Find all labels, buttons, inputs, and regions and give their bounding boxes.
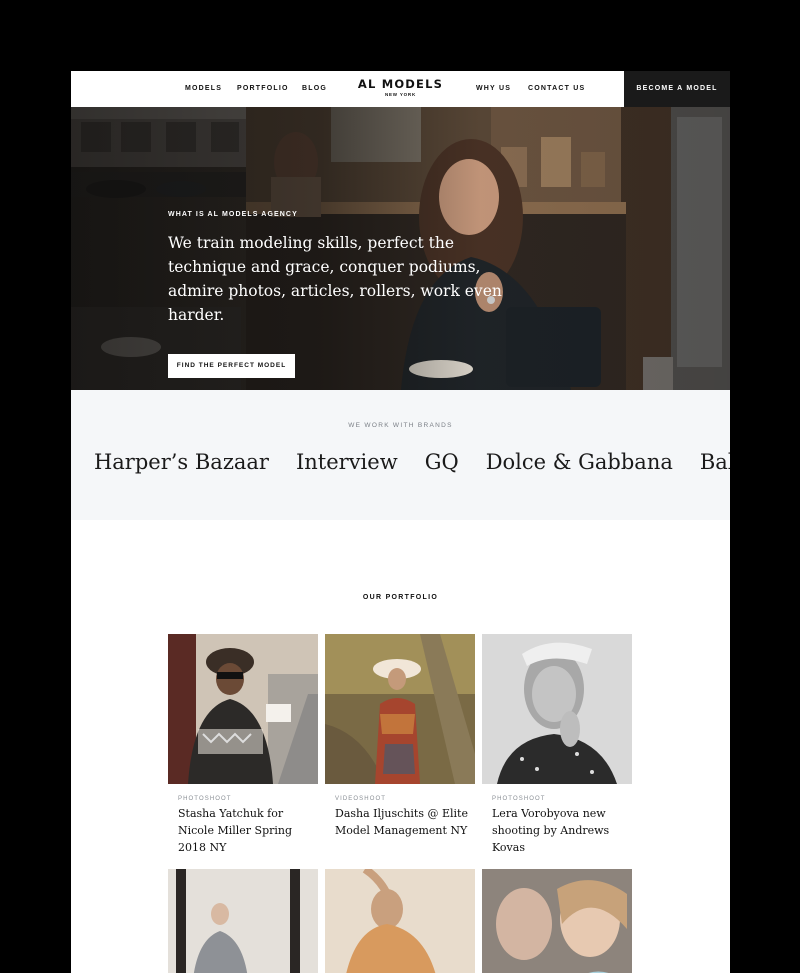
portfolio-card[interactable]: VIDEOSHOOT Dasha Iljuschits @ Elite Mode…	[325, 634, 475, 839]
card-photo	[168, 869, 318, 973]
brand-item: Harper’s Bazaar	[93, 450, 269, 474]
card-photo	[482, 869, 632, 973]
portfolio-label: OUR PORTFOLIO	[362, 594, 439, 601]
card-tag: VIDEOSHOOT	[335, 796, 387, 802]
portfolio-card[interactable]: PHOTOSHOOT Stasha Yatchuk for Nicole Mil…	[168, 634, 318, 856]
brands-marquee: ueHarper’s BazaarInterviewGQDolce & Gabb…	[71, 450, 730, 474]
hero-eyebrow: WHAT IS AL MODELS AGENCY	[168, 211, 298, 218]
portfolio-card[interactable]	[325, 869, 475, 973]
card-title[interactable]: Stasha Yatchuk for Nicole Miller Spring …	[168, 805, 318, 856]
portfolio-card[interactable]	[482, 869, 632, 973]
brands-section: WE WORK WITH BRANDS ueHarper’s BazaarInt…	[71, 390, 730, 520]
page: MODELS PORTFOLIO BLOG AL MODELS NEW YORK…	[71, 71, 730, 973]
card-title[interactable]: Lera Vorobyova new shooting by Andrews K…	[482, 805, 632, 856]
portfolio-card[interactable]: PHOTOSHOOT Lera Vorobyova new shooting b…	[482, 634, 632, 856]
find-model-button[interactable]: FIND THE PERFECT MODEL	[168, 354, 295, 378]
card-tag: PHOTOSHOOT	[492, 796, 546, 802]
brand-item: Dolce & Gabbana	[485, 450, 673, 474]
hero-headline: We train modeling skills, perfect the te…	[168, 234, 502, 324]
card-title[interactable]: Dasha Iljuschits @ Elite Model Managemen…	[325, 805, 475, 839]
card-photo	[325, 869, 475, 973]
card-photo	[168, 634, 318, 784]
card-photo	[482, 634, 632, 784]
nav-contact-us[interactable]: CONTACT US	[528, 71, 585, 107]
hero-section: WHAT IS AL MODELS AGENCY We train modeli…	[71, 107, 730, 390]
nav-why-us[interactable]: WHY US	[476, 71, 511, 107]
card-tag: PHOTOSHOOT	[178, 796, 232, 802]
brands-label: WE WORK WITH BRANDS	[348, 422, 453, 429]
brand-item: Ballenc	[699, 450, 730, 474]
top-nav: MODELS PORTFOLIO BLOG AL MODELS NEW YORK…	[71, 71, 730, 107]
card-photo	[325, 634, 475, 784]
brand-item: GQ	[424, 450, 459, 474]
become-a-model-button[interactable]: BECOME A MODEL	[624, 71, 730, 107]
portfolio-card[interactable]	[168, 869, 318, 973]
brand-item: Interview	[295, 450, 398, 474]
